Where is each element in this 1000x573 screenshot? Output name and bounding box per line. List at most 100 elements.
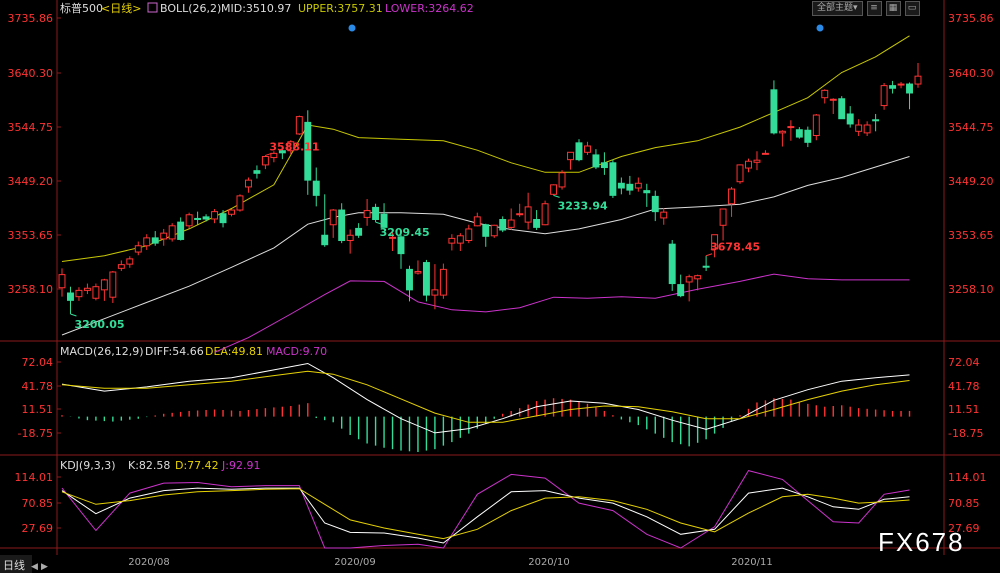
upper-value: UPPER:3757.31 xyxy=(298,2,383,15)
price-tick-right: 3353.65 xyxy=(948,229,994,242)
k-value: K:82.58 xyxy=(128,459,170,472)
annotation-label: 3233.94 xyxy=(558,199,608,212)
candle-body xyxy=(583,145,591,153)
annotation-label: 3209.45 xyxy=(380,226,430,239)
candle-body xyxy=(507,219,515,228)
period-tab[interactable]: 日线 xyxy=(3,558,25,572)
candle-body xyxy=(473,216,481,227)
lower-value: LOWER:3264.62 xyxy=(385,2,474,15)
dea-value: DEA:49.81 xyxy=(205,345,263,358)
candle-body xyxy=(465,228,473,241)
candle-body xyxy=(211,211,219,220)
chevron-down-icon: ▾ xyxy=(853,2,858,13)
candle-body xyxy=(109,271,117,298)
stock-chart[interactable]: 标普500 <日线> BOLL(26,2) MID:3510.97 UPPER:… xyxy=(0,0,1000,573)
candle-body xyxy=(329,209,337,226)
candle-body xyxy=(660,211,668,219)
grid-icon[interactable]: ▦ xyxy=(885,0,901,16)
price-tick-right: 3258.10 xyxy=(948,283,994,296)
diff-value: DIFF:54.66 xyxy=(145,345,204,358)
candle-body xyxy=(67,292,74,301)
annotation-label: 3200.05 xyxy=(74,318,124,331)
candle-body xyxy=(558,172,566,188)
event-marker[interactable] xyxy=(816,24,824,32)
period-label: <日线> xyxy=(101,1,141,15)
macd-tick-left: -18.75 xyxy=(18,427,53,440)
candle-body xyxy=(83,287,91,291)
candle-body xyxy=(422,262,430,296)
candle-body xyxy=(244,179,252,188)
candle-body xyxy=(897,83,905,86)
symbol-label: 标普500 xyxy=(60,1,103,15)
price-tick-left: 3258.10 xyxy=(8,283,54,296)
candle-body xyxy=(668,243,676,285)
theme-label: 全部主题 xyxy=(817,2,854,13)
candle-body xyxy=(745,160,752,169)
macd-tick-right: 72.04 xyxy=(948,356,980,369)
macd-tick-right: 11.51 xyxy=(948,403,980,416)
candle-body xyxy=(414,270,422,274)
candle-body xyxy=(600,162,608,169)
macd-tick-right: 41.78 xyxy=(948,380,980,393)
candle-body xyxy=(261,156,269,166)
indicator-label: BOLL(26,2) xyxy=(160,2,221,15)
annotation-label: 3678.45 xyxy=(710,241,760,254)
candle-body xyxy=(626,183,634,191)
toolbar: 全部主题▾ ≡ ▦ ▭ xyxy=(812,0,920,16)
candle-body xyxy=(202,216,210,220)
candle-body xyxy=(575,142,583,161)
arrow-right-icon[interactable]: ▶ xyxy=(41,562,48,572)
candle-body xyxy=(702,265,710,268)
candle-body xyxy=(787,126,795,129)
kdj-label: KDJ(9,3,3) xyxy=(60,459,116,472)
price-tick-left: 3640.30 xyxy=(8,67,54,80)
candle-body xyxy=(372,206,380,221)
candle-body xyxy=(592,154,600,168)
price-tick-left: 3353.65 xyxy=(8,229,54,242)
candle-body xyxy=(397,236,405,255)
candle-body xyxy=(609,162,617,196)
j-value: J:92.91 xyxy=(221,459,260,472)
macd-label: MACD(26,12,9) xyxy=(60,345,144,358)
theme-dropdown[interactable]: 全部主题▾ xyxy=(812,0,863,16)
candle-body xyxy=(363,210,371,218)
candle-body xyxy=(804,129,812,143)
candle-body xyxy=(194,217,202,220)
candle-body xyxy=(846,113,854,125)
macd-tick-left: 41.78 xyxy=(22,380,54,393)
candle-body xyxy=(770,89,778,134)
arrow-left-icon[interactable]: ◀ xyxy=(31,562,38,572)
candle-body xyxy=(821,89,829,99)
candle-body xyxy=(143,237,151,247)
candle-body xyxy=(228,209,235,215)
candle-body xyxy=(889,85,897,89)
candle-body xyxy=(651,195,659,213)
settings-icon[interactable]: ≡ xyxy=(866,0,882,16)
price-tick-right: 3449.20 xyxy=(948,175,994,188)
candle-body xyxy=(126,258,134,265)
candle-body xyxy=(863,124,871,134)
event-marker[interactable] xyxy=(348,24,356,32)
candle-body xyxy=(728,188,736,205)
candle-body xyxy=(634,182,642,189)
candle-body xyxy=(677,284,685,297)
candle-body xyxy=(168,225,176,240)
kdj-tick-right: 27.69 xyxy=(948,522,980,535)
date-tick: 2020/08 xyxy=(128,557,170,568)
candle-body xyxy=(355,227,363,236)
candle-body xyxy=(761,152,769,155)
candle-body xyxy=(778,130,786,134)
candle-body xyxy=(100,279,108,291)
price-tick-right: 3735.86 xyxy=(948,12,994,25)
candle-body xyxy=(855,124,863,132)
candle-body xyxy=(295,116,303,135)
candle-body xyxy=(439,268,447,296)
candle-body xyxy=(880,85,888,107)
candle-body xyxy=(541,203,549,226)
candle-body xyxy=(812,114,820,137)
minimize-icon[interactable]: ▭ xyxy=(904,0,920,16)
candle-body xyxy=(490,224,498,237)
kdj-tick-left: 27.69 xyxy=(22,522,54,535)
candle-body xyxy=(524,206,532,223)
candle-body xyxy=(753,159,761,163)
